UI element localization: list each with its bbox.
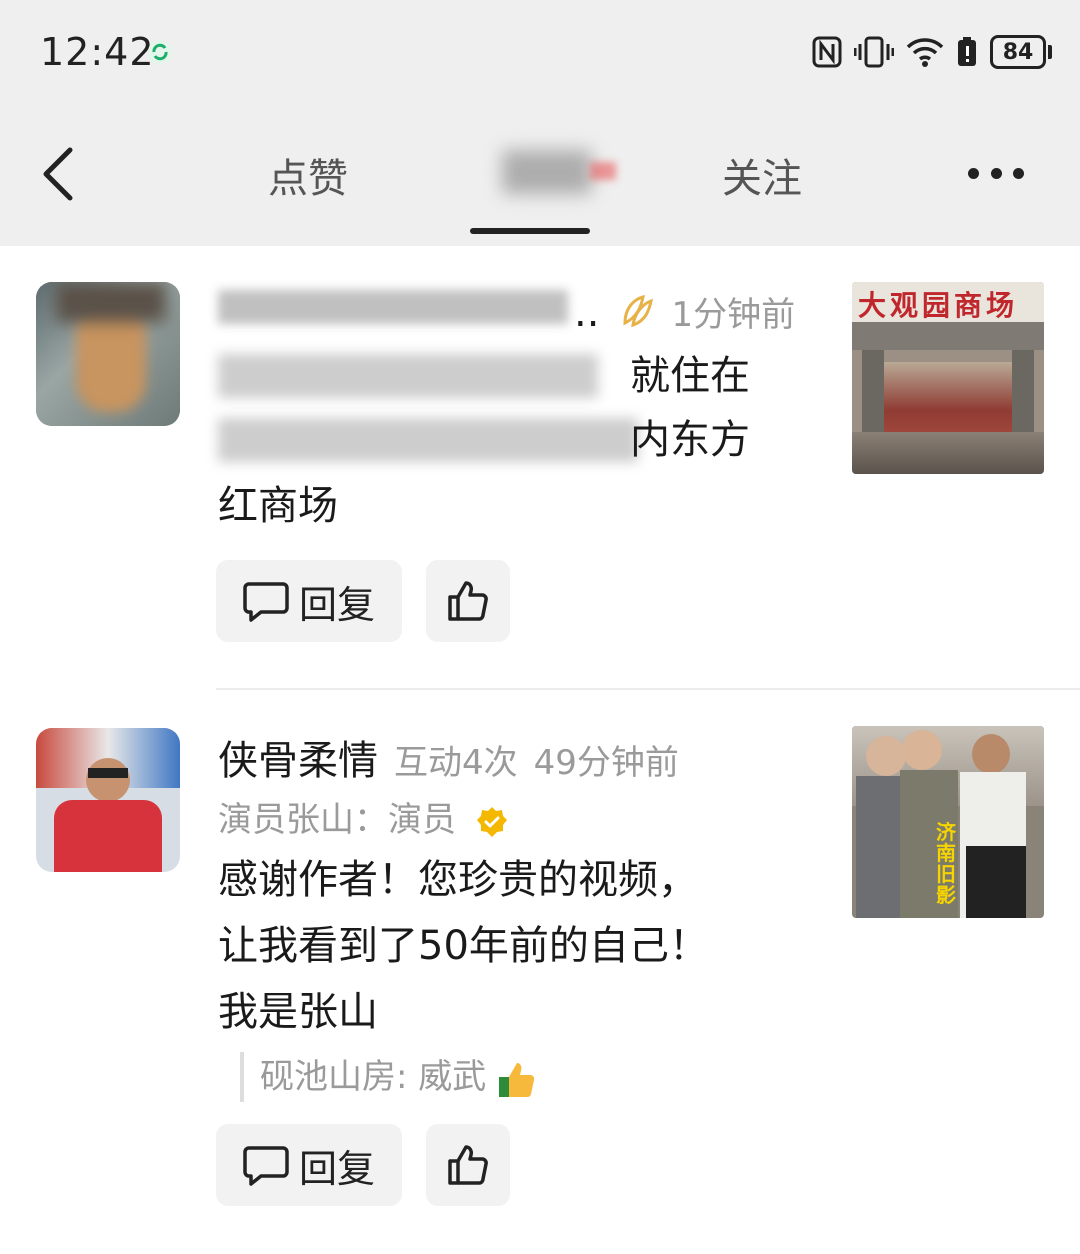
comment-line: 就住在 bbox=[630, 353, 750, 399]
vibrate-icon bbox=[854, 36, 894, 68]
status-time: 12:42 bbox=[40, 30, 155, 74]
tab-comments-active[interactable] bbox=[480, 146, 630, 196]
comment-actions: 回复 bbox=[216, 560, 510, 642]
like-button[interactable] bbox=[426, 1124, 510, 1206]
tab-likes[interactable]: 点赞 bbox=[268, 146, 348, 204]
avatar[interactable] bbox=[36, 728, 180, 872]
comment-header: .. 1分钟前 bbox=[218, 286, 795, 336]
battery-level: 84 bbox=[990, 35, 1046, 69]
comment-bubble-icon bbox=[243, 582, 289, 622]
comment-item: 侠骨柔情 互动4次 49分钟前 演员张山：演员 感谢作者！您珍贵的视频， 让我看… bbox=[0, 690, 1080, 1254]
reply-button[interactable]: 回复 bbox=[216, 560, 402, 642]
reply-label: 回复 bbox=[298, 582, 375, 627]
nfc-icon bbox=[812, 36, 842, 68]
battery-saver-icon bbox=[958, 37, 976, 66]
reply-label: 回复 bbox=[298, 1146, 375, 1191]
blurred-text bbox=[218, 354, 598, 398]
comment-line: 内东方 bbox=[630, 417, 750, 463]
username-ellipsis: .. bbox=[574, 290, 600, 336]
comment-line: 让我看到了50年前的自己！ bbox=[218, 923, 709, 969]
comment-line: 红商场 bbox=[218, 483, 338, 529]
quote-text: 砚池山房: 威武 bbox=[260, 1057, 487, 1097]
double-leaf-icon bbox=[623, 294, 654, 328]
comment-bubble-icon bbox=[243, 1146, 289, 1186]
avatar[interactable] bbox=[36, 282, 180, 426]
more-icon[interactable] bbox=[968, 160, 1024, 186]
verified-badge-icon bbox=[476, 806, 507, 837]
comment-time: 1分钟前 bbox=[671, 295, 796, 335]
comment-line: 感谢作者！您珍贵的视频， bbox=[218, 857, 698, 903]
tab-follow[interactable]: 关注 bbox=[722, 146, 802, 204]
thumbs-up-icon bbox=[448, 581, 488, 621]
reply-quote[interactable]: 砚池山房: 威武 bbox=[240, 1052, 537, 1102]
video-thumbnail[interactable]: 大观园商场 bbox=[852, 282, 1044, 474]
battery-icon: 84 bbox=[990, 35, 1052, 69]
thumbnail-caption: 大观园商场 bbox=[858, 289, 1019, 322]
wifi-icon bbox=[906, 38, 944, 67]
comment-actions: 回复 bbox=[216, 1124, 510, 1206]
comment-line: 我是张山 bbox=[218, 989, 378, 1035]
chevron-left-icon[interactable] bbox=[36, 144, 84, 204]
role-text: 演员张山：演员 bbox=[218, 800, 456, 840]
blurred-text bbox=[218, 418, 638, 462]
status-icons: 84 bbox=[812, 32, 1052, 72]
active-tab-indicator bbox=[470, 228, 590, 234]
comment-item: .. 1分钟前 就住在 内东方 红商场 回复 大观园商场 bbox=[0, 246, 1080, 686]
username[interactable]: 侠骨柔情 bbox=[218, 728, 378, 786]
thumbnail-caption: 济南旧影 bbox=[936, 820, 956, 907]
video-thumbnail[interactable]: 济南旧影 bbox=[852, 726, 1044, 918]
comment-time: 49分钟前 bbox=[533, 743, 679, 783]
top-navigation: 点赞 关注 bbox=[0, 100, 1080, 246]
username-blurred[interactable] bbox=[218, 286, 568, 326]
status-bar: 12:42 84 bbox=[0, 0, 1080, 100]
comment-header: 侠骨柔情 互动4次 49分钟前 bbox=[218, 728, 679, 786]
interaction-count: 互动4次 bbox=[394, 743, 518, 783]
user-role: 演员张山：演员 bbox=[218, 792, 509, 841]
app-notification-icon bbox=[148, 40, 172, 64]
like-button[interactable] bbox=[426, 560, 510, 642]
thumbs-up-icon bbox=[448, 1145, 488, 1185]
reply-button[interactable]: 回复 bbox=[216, 1124, 402, 1206]
thumbs-up-emoji-icon bbox=[499, 1062, 535, 1097]
